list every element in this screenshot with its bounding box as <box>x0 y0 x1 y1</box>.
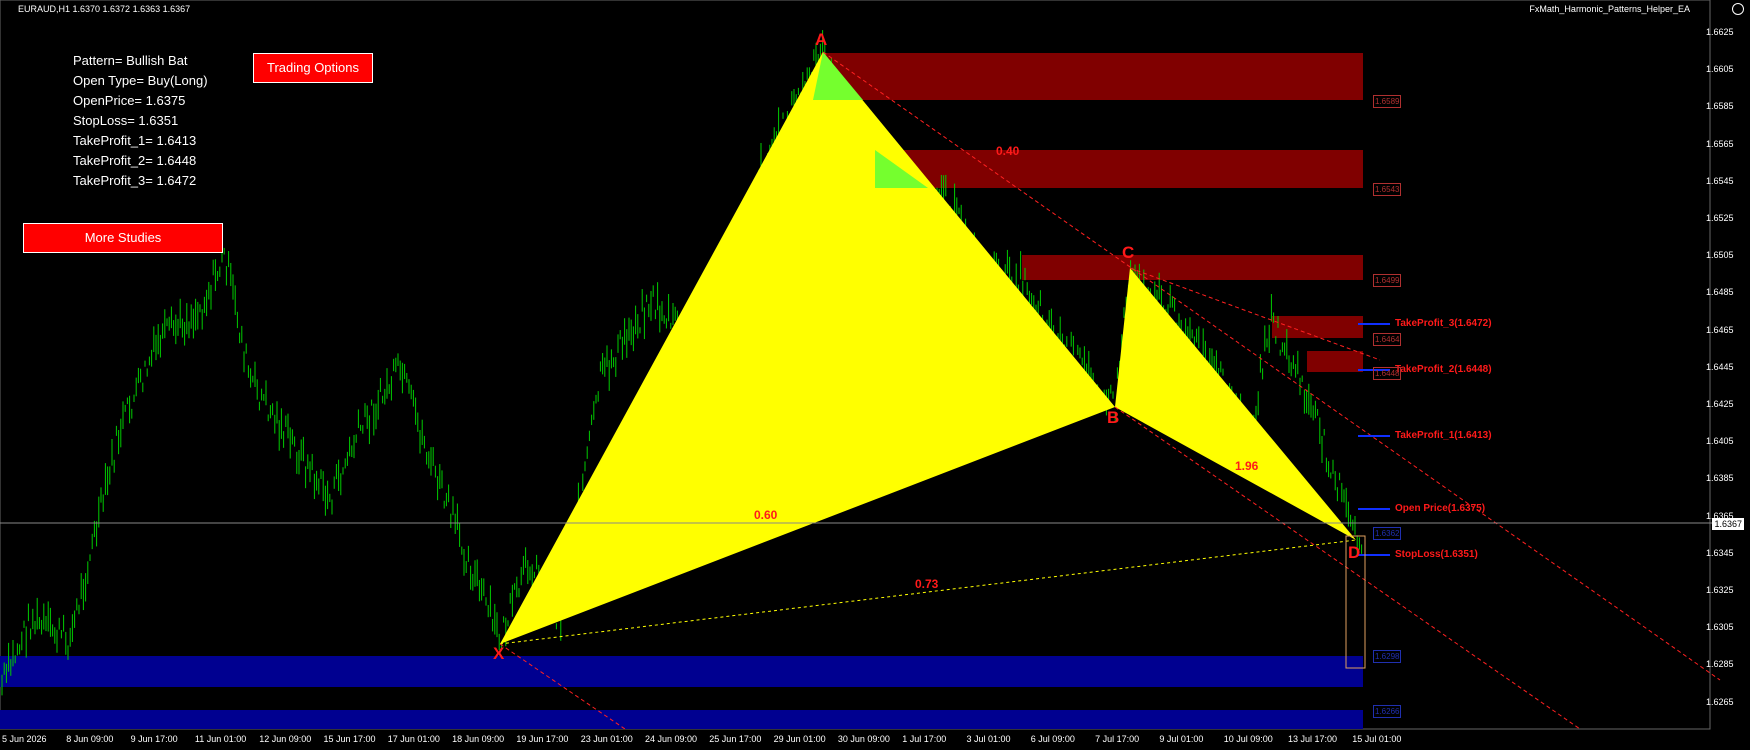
price-tick-label: 1.6625 <box>1706 27 1734 37</box>
info-open-price: OpenPrice= 1.6375 <box>73 93 186 108</box>
level-stop-loss: StopLoss(1.6351) <box>1395 549 1478 560</box>
price-tick-label: 1.6445 <box>1706 361 1734 372</box>
level-open-price: Open Price(1.6375) <box>1395 503 1486 514</box>
point-a-label: A <box>815 30 828 49</box>
info-tp3: TakeProfit_3= 1.6472 <box>73 173 197 188</box>
time-tick-label: 9 Jun 17:00 <box>130 734 178 744</box>
info-tp1: TakeProfit_1= 1.6413 <box>73 133 197 148</box>
time-tick-label: 3 Jul 01:00 <box>966 734 1011 744</box>
resistance-zone-1 <box>820 53 1363 100</box>
time-tick-label: 11 Jun 01:00 <box>194 734 247 744</box>
resistance-zone-2 <box>875 150 1363 188</box>
time-tick-label: 17 Jun 01:00 <box>387 734 440 744</box>
zone-label-4: 1.6464 <box>1373 333 1402 346</box>
zone-label-8: 1.6266 <box>1373 705 1402 718</box>
time-tick-label: 15 Jul 01:00 <box>1352 734 1402 744</box>
ea-name: FxMath_Harmonic_Patterns_Helper_EA <box>1529 4 1690 14</box>
price-tick-label: 1.6385 <box>1706 473 1734 484</box>
time-tick-label: 5 Jun 2026 <box>2 734 47 744</box>
price-tick-label: 1.6585 <box>1706 101 1734 112</box>
zone-label-1: 1.6589 <box>1373 95 1402 108</box>
time-tick-label: 8 Jun 09:00 <box>66 734 114 744</box>
trading-options-button[interactable]: Trading Options <box>253 53 373 83</box>
price-chart[interactable] <box>0 0 1750 750</box>
level-tp1: TakeProfit_1(1.6413) <box>1395 430 1492 441</box>
symbol-info: EURAUD,H1 1.6370 1.6372 1.6363 1.6367 <box>18 4 191 14</box>
info-stop-loss: StopLoss= 1.6351 <box>73 113 179 128</box>
ratio-xd: 0.73 <box>915 577 939 591</box>
pattern-xab-triangle <box>500 52 1115 644</box>
time-tick-label: 29 Jun 01:00 <box>773 734 826 744</box>
time-tick-label: 13 Jul 17:00 <box>1288 734 1338 744</box>
time-tick-label: 15 Jun 17:00 <box>323 734 376 744</box>
point-x-label: X <box>493 644 505 663</box>
info-tp2: TakeProfit_2= 1.6448 <box>73 153 197 168</box>
price-tick-label: 1.6485 <box>1706 287 1734 298</box>
price-tick-label: 1.6325 <box>1706 585 1734 595</box>
price-tick-label: 1.6605 <box>1706 64 1734 75</box>
level-tp3: TakeProfit_3(1.6472) <box>1395 318 1492 329</box>
zone-label-5: 1.6448 <box>1373 367 1402 380</box>
time-tick-label: 6 Jul 09:00 <box>1030 734 1075 744</box>
price-tick-label: 1.6305 <box>1706 622 1734 633</box>
time-tick-label: 12 Jun 09:00 <box>259 734 312 744</box>
ratio-xb: 0.60 <box>754 508 778 522</box>
resistance-zone-5 <box>1307 351 1363 372</box>
info-open-type: Open Type= Buy(Long) <box>73 73 208 88</box>
ratio-bd: 1.96 <box>1235 459 1259 473</box>
time-tick-label: 30 Jun 09:00 <box>837 734 890 744</box>
point-c-label: C <box>1122 243 1135 262</box>
smiley-icon[interactable] <box>1732 3 1744 15</box>
pattern-bcd-triangle <box>1115 268 1356 540</box>
time-tick-label: 9 Jul 01:00 <box>1159 734 1204 744</box>
resistance-zone-3 <box>1022 255 1363 280</box>
price-tick-label: 1.6545 <box>1706 175 1734 186</box>
price-tick-label: 1.6425 <box>1706 399 1734 409</box>
ratio-ac: 0.40 <box>996 144 1020 158</box>
point-b-label: B <box>1107 408 1120 427</box>
time-tick-label: 25 Jun 17:00 <box>709 734 762 744</box>
point-d-label: D <box>1348 543 1361 562</box>
support-zone-1 <box>0 656 1363 687</box>
time-tick-label: 10 Jul 09:00 <box>1223 734 1273 744</box>
time-tick-label: 24 Jun 09:00 <box>645 734 698 744</box>
price-tick-label: 1.6345 <box>1706 547 1734 558</box>
time-tick-label: 23 Jun 01:00 <box>580 734 633 744</box>
more-studies-button[interactable]: More Studies <box>23 223 223 253</box>
price-tick-label: 1.6405 <box>1706 436 1734 447</box>
support-zone-2 <box>0 710 1363 729</box>
price-tick-label: 1.6525 <box>1706 213 1734 223</box>
time-tick-label: 19 Jun 17:00 <box>516 734 569 744</box>
time-tick-label: 7 Jul 17:00 <box>1095 734 1140 744</box>
zone-label-7: 1.6298 <box>1373 650 1402 663</box>
price-tick-label: 1.6285 <box>1706 659 1734 670</box>
time-tick-label: 1 Jul 17:00 <box>902 734 947 744</box>
price-tick-label: 1.6365 <box>1706 510 1734 521</box>
price-tick-label: 1.6505 <box>1706 250 1734 261</box>
price-tick-label: 1.6565 <box>1706 138 1734 149</box>
resistance-zone-4 <box>1272 316 1363 338</box>
price-tick-label: 1.6265 <box>1706 696 1734 707</box>
time-tick-label: 18 Jun 09:00 <box>452 734 505 744</box>
price-tick-label: 1.6465 <box>1706 324 1734 335</box>
info-pattern: Pattern= Bullish Bat <box>73 53 188 68</box>
zone-label-2: 1.6543 <box>1373 183 1402 196</box>
level-tp2: TakeProfit_2(1.6448) <box>1395 364 1492 375</box>
zone-label-3: 1.6499 <box>1373 274 1402 287</box>
zone-label-6: 1.6362 <box>1373 527 1402 540</box>
